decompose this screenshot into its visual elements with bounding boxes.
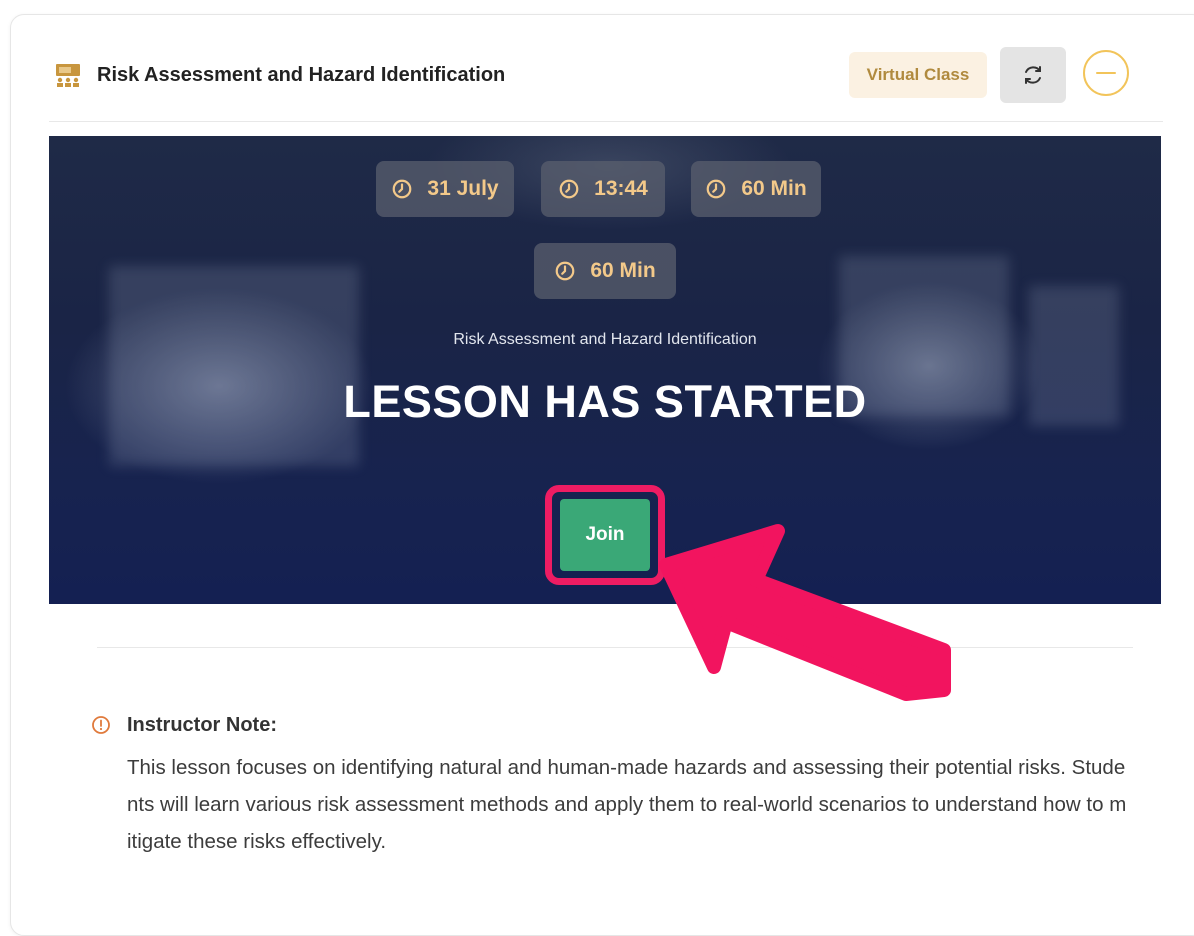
duration-pill: 60 Min (691, 161, 821, 217)
instructor-note-title: Instructor Note: (127, 714, 277, 736)
instructor-note-body: This lesson focuses on identifying natur… (127, 756, 1127, 853)
info-icon (92, 716, 110, 734)
join-button[interactable]: Join (560, 499, 650, 571)
collapse-button[interactable] (1081, 48, 1131, 98)
classroom-icon (55, 63, 81, 87)
join-highlight: Join (545, 485, 665, 585)
header-divider (49, 121, 1163, 122)
refresh-icon (1025, 66, 1041, 84)
time-text: 13:44 (594, 177, 648, 200)
minus-circle-icon (1083, 50, 1129, 96)
refresh-button[interactable] (1000, 47, 1066, 103)
date-text: 31 July (427, 177, 499, 200)
time-pill: 13:44 (541, 161, 665, 217)
lesson-subtitle: Risk Assessment and Hazard Identificatio… (453, 331, 757, 348)
lesson-card: Risk Assessment and Hazard Identificatio… (10, 14, 1194, 936)
card-title: Risk Assessment and Hazard Identificatio… (97, 64, 506, 86)
lesson-banner: 31 July 13:44 60 Min 60 Min Risk Assessm… (49, 136, 1161, 604)
clock-icon (393, 179, 412, 199)
clock-icon (706, 179, 726, 199)
clock-icon (559, 179, 579, 199)
duration-text-2: 60 Min (590, 259, 656, 282)
lesson-status-headline: LESSON HAS STARTED (343, 376, 867, 427)
date-pill: 31 July (376, 161, 514, 217)
card-header: Risk Assessment and Hazard Identificatio… (11, 15, 1171, 123)
virtual-class-badge: Virtual Class (849, 52, 987, 98)
note-divider (97, 647, 1133, 648)
background-screen-blur (109, 266, 359, 466)
clock-icon (555, 261, 575, 281)
duration-text: 60 Min (741, 177, 807, 200)
duration-pill-2: 60 Min (534, 243, 676, 299)
